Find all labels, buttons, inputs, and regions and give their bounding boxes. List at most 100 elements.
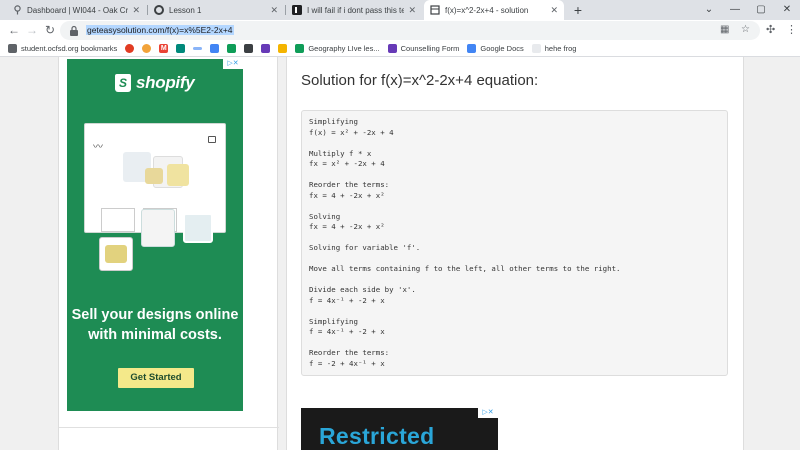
canvas-icon [154,5,164,15]
tab-title: I will fail if i dont pass this test p [307,5,405,15]
blank-icon [531,44,541,53]
new-tab-button[interactable]: + [570,2,586,18]
solution-line: Solving for variable 'f'. [309,243,421,252]
tab-brainly[interactable]: I will fail if i dont pass this test p ✕ [286,0,422,20]
bookmark-label: hehe frog [544,44,577,53]
tshirt-image [141,209,175,247]
solution-line: Simplifying [309,316,358,326]
bookmark-bulb[interactable] [142,44,152,53]
bookmarks-bar: student.ocfsd.org bookmarks M Geography … [0,41,800,57]
back-button[interactable]: ← [6,22,22,38]
forms-icon [261,44,271,53]
tab-title: f(x)=x^2-2x+4 - solution [445,5,529,15]
shopify-bag-icon [115,74,131,92]
shopify-wordmark: shopify [136,73,195,92]
solution-line: fx = 4 + -2x + x² [309,222,385,231]
tab-lesson[interactable]: Lesson 1 ✕ [148,0,284,20]
shopify-ad[interactable]: ▷✕ shopify 〰 Sell your designs online wi… [67,59,243,411]
solution-line: f = 4x⁻¹ + -2 + x [309,327,385,336]
bookmark-hehe-frog[interactable]: hehe frog [531,44,577,53]
bookmark-label: Counselling Form [400,44,460,53]
get-started-button[interactable]: Get Started [118,368,194,388]
framed-print-image [183,213,213,243]
canvas-icon [125,44,135,53]
qr-code-icon[interactable]: ▦ [720,24,729,35]
shopify-logo: shopify [115,73,195,93]
mug-print [105,245,127,263]
bookmark-counselling[interactable]: Counselling Form [387,44,460,53]
menu-icon[interactable]: ⋮ [786,23,797,36]
left-sidebar: ▷✕ shopify 〰 Sell your designs online wi… [58,57,279,450]
solution-line: f = 4x⁻¹ + -2 + x [309,295,385,305]
divider [59,427,279,428]
bookmark-folder[interactable]: student.ocfsd.org bookmarks [8,44,117,53]
ad-headline: Sell your designs online with minimal co… [71,307,239,343]
solution-line: Solving [309,211,341,221]
close-icon[interactable]: ✕ [550,5,558,16]
bookmark-slides[interactable] [278,44,288,53]
gmail-icon: M [159,44,169,53]
adchoices-icon[interactable]: ▷✕ [223,59,243,69]
bulb-icon [142,44,152,53]
close-icon[interactable]: ✕ [132,5,140,16]
bookmark-classroom[interactable] [244,44,254,53]
sheets-icon [227,44,237,53]
restricted-ad[interactable]: ▷✕ Restricted [301,408,498,450]
bookmark-line[interactable] [193,47,203,50]
bookmark-google-docs[interactable]: Google Docs [467,44,524,53]
extensions-icon[interactable]: ✣ [766,23,775,36]
browser-toolbar: ← → ↻ geteasysolution.com/f(x)=x%5E2-2x+… [0,20,800,41]
bookmark-forms[interactable] [261,44,271,53]
bookmark-geography[interactable]: Geography LIve les... [295,44,380,53]
solution-line: f = -2 + 4x⁻¹ + x [309,358,385,368]
bookmark-gmail[interactable]: M [159,44,169,53]
bookmark-meet[interactable] [176,44,186,53]
close-icon[interactable]: ✕ [270,5,278,16]
bookmark-label: Google Docs [480,44,524,53]
solution-line: Reorder the terms: [309,348,390,357]
maximize-button[interactable]: ▢ [748,0,774,20]
forward-button[interactable]: → [24,22,40,38]
solution-line: Multiply f * x [309,148,372,158]
lock-icon[interactable] [69,24,81,36]
pillow-image [145,168,163,184]
bookmark-sheets[interactable] [227,44,237,53]
solution-line: Reorder the terms: [309,180,390,189]
bookmark-label: Geography LIve les... [308,44,380,53]
folder-icon [8,44,17,53]
page-content: ▷✕ shopify 〰 Sell your designs online wi… [0,57,800,450]
line-icon [193,47,203,50]
solution-line: Divide each side by 'x'. [309,285,416,294]
solution-line: f(x) = x² + -2x + 4 [309,127,394,137]
tab-dashboard[interactable]: Dashboard | WI044 - Oak Creek- ✕ [6,0,146,20]
address-bar[interactable]: geteasysolution.com/f(x)=x%5E2-2x+4 ▦ ☆ [60,21,760,40]
solution-line: fx = 4 + -2x + x² [309,190,385,200]
bookmark-docs[interactable] [210,44,220,53]
bookmark-star-icon[interactable]: ☆ [741,24,750,35]
tab-search-icon[interactable]: ⌄ [696,0,722,20]
meet-icon [176,44,186,53]
brainly-icon [292,5,302,15]
minimize-button[interactable]: — [722,0,748,20]
close-icon[interactable]: ✕ [408,5,416,16]
bookmark-label: student.ocfsd.org bookmarks [21,44,118,53]
main-content: Solution for f(x)=x^2-2x+4 equation: Sim… [286,57,744,450]
solution-line: fx = x² + -2x + 4 [309,159,385,168]
tab-solution[interactable]: f(x)=x^2-2x+4 - solution ✕ [424,0,564,20]
bookmark-canvas[interactable] [125,44,135,53]
cart-icon [208,136,216,143]
url-text[interactable]: geteasysolution.com/f(x)=x%5E2-2x+4 [86,25,234,35]
reload-button[interactable]: ↻ [42,22,58,38]
close-window-button[interactable]: ✕ [774,0,800,20]
adchoices-icon[interactable]: ▷✕ [478,408,498,418]
page-icon [430,5,440,15]
solution-line: Move all terms containing f to the left,… [309,264,621,273]
classroom-icon [244,44,254,53]
